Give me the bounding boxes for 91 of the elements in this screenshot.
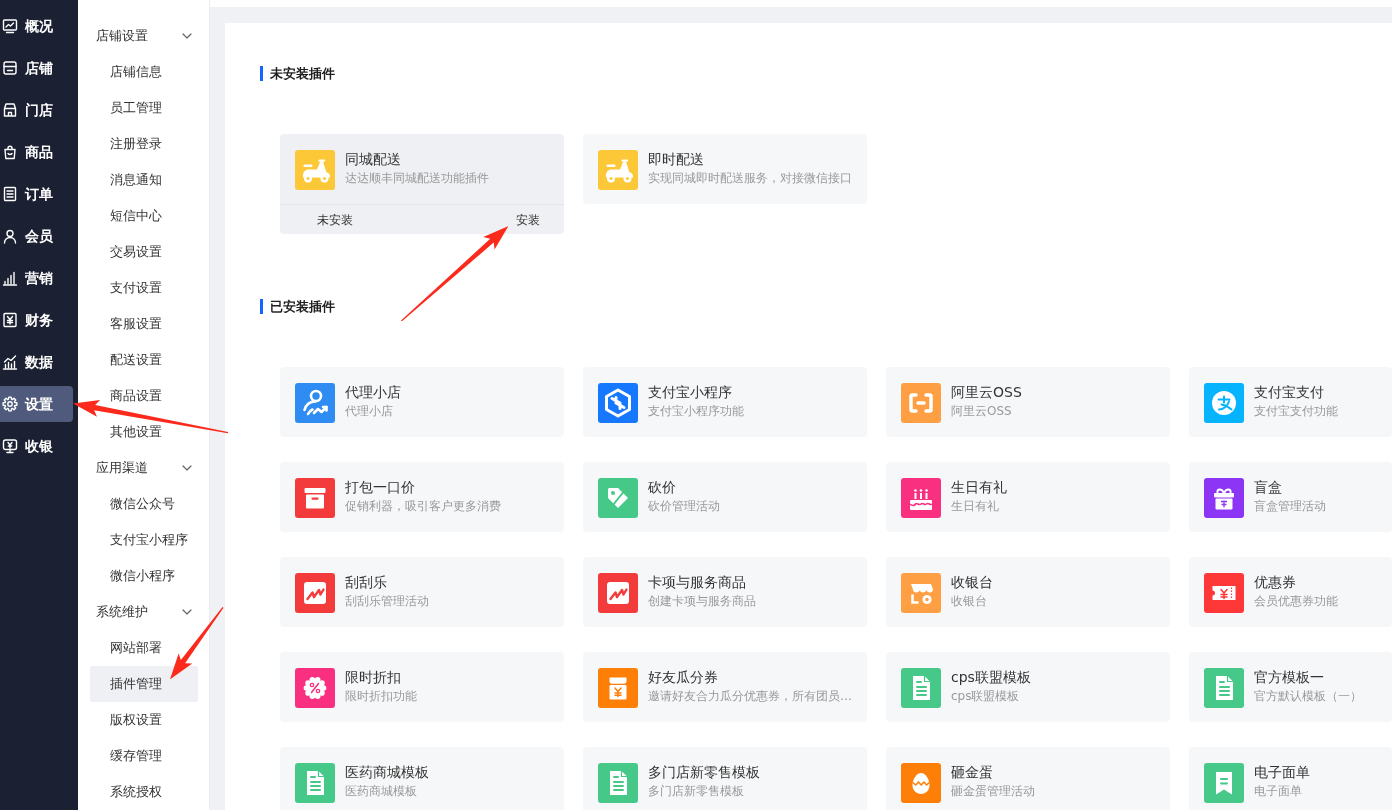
submenu-item[interactable]: 客服设置 (90, 306, 198, 342)
plugin-description: 收银台 (951, 593, 988, 609)
plugin-name: 卡项与服务商品 (648, 573, 747, 591)
submenu-item[interactable]: 消息通知 (90, 162, 198, 198)
plugin-name: 代理小店 (345, 383, 401, 401)
submenu-item[interactable]: 版权设置 (90, 702, 198, 738)
plugin-description: 官方默认模板（一） (1254, 688, 1362, 704)
plugin-name: 支付宝小程序 (648, 383, 733, 401)
plugin-description: 支付宝支付功能 (1254, 403, 1338, 419)
plugin-name: 电子面单 (1254, 763, 1310, 781)
submenu-item[interactable]: 注册登录 (90, 126, 198, 162)
monitor-chart-icon (2, 18, 18, 34)
chart-icon (2, 354, 18, 370)
nav-item[interactable]: 财务 (0, 302, 73, 338)
submenu-item[interactable]: 支付设置 (90, 270, 198, 306)
plugin-description: 代理小店 (345, 403, 394, 419)
plugin-description: 刮刮乐管理活动 (345, 593, 429, 609)
plugin-name: 即时配送 (648, 150, 705, 168)
nav-item[interactable]: 收银 (0, 428, 73, 464)
plugin-name: 支付宝支付 (1254, 383, 1325, 401)
plugin-description: 生日有礼 (951, 498, 1000, 514)
nav-item[interactable]: 设置 (0, 386, 73, 422)
nav-item[interactable]: 门店 (0, 92, 73, 128)
monitor-yen-icon (2, 438, 18, 454)
submenu-item[interactable]: 配送设置 (90, 342, 198, 378)
submenu-item[interactable]: 微信小程序 (90, 558, 198, 594)
plugin-description: 限时折扣功能 (345, 688, 417, 704)
plugin-description: 促销利器，吸引客户更多消费 (345, 498, 501, 514)
section-title: 未安装插件 (260, 66, 335, 81)
plugin-description: 实现同城即时配送服务，对接微信接口 (648, 170, 852, 186)
plugin-name: cps联盟模板 (951, 668, 1031, 686)
nav-item[interactable]: 商品 (0, 134, 73, 170)
install-status: 未安装 (317, 211, 353, 229)
plugin-description: 砍价管理活动 (648, 498, 720, 514)
plugin-name: 刮刮乐 (345, 573, 388, 591)
nav-item[interactable]: 概况 (0, 8, 73, 44)
store-icon (2, 60, 18, 76)
install-link[interactable]: 安装 (516, 210, 540, 229)
shop-icon (2, 102, 18, 118)
plugin-name: 阿里云OSS (951, 383, 1022, 401)
plugin-description: 医药商城模板 (345, 783, 418, 799)
submenu-item[interactable]: 缓存管理 (90, 738, 198, 774)
plugin-name: 同城配送 (345, 150, 402, 168)
plugin-name: 生日有礼 (951, 478, 1007, 496)
plugin-name: 医药商城模板 (345, 763, 429, 781)
submenu-item[interactable]: 插件管理 (90, 666, 198, 702)
plugin-description: 阿里云OSS (951, 403, 1013, 419)
plugin-name: 打包一口价 (345, 478, 416, 496)
section-title: 已安装插件 (260, 299, 335, 314)
plugin-name: 好友瓜分券 (648, 668, 719, 686)
menu-group-header[interactable]: 应用渠道 (78, 450, 209, 486)
plugin-description: 砸金蛋管理活动 (951, 783, 1035, 799)
plugin-name: 多门店新零售模板 (648, 763, 760, 781)
bag-icon (2, 144, 18, 160)
plugin-name: 盲盒 (1254, 478, 1283, 496)
submenu-item[interactable]: 网站部署 (90, 630, 198, 666)
plugin-name: 限时折扣 (345, 668, 402, 686)
submenu-item[interactable]: 商品设置 (90, 378, 198, 414)
menu-group-header[interactable]: 店铺设置 (78, 18, 209, 54)
plugin-description: 邀请好友合力瓜分优惠券，所有团员… (648, 688, 852, 704)
yen-document-icon (2, 312, 18, 328)
plugin-description: 电子面单 (1254, 783, 1303, 799)
bar-chart-icon (2, 270, 18, 286)
plugin-name: 优惠券 (1254, 573, 1297, 591)
plugin-description: 会员优惠券功能 (1254, 593, 1338, 609)
plugin-description: 达达顺丰同城配送功能插件 (345, 170, 489, 186)
plugin-description: 盲盒管理活动 (1254, 498, 1326, 514)
list-icon (2, 186, 18, 202)
nav-item[interactable]: 会员 (0, 218, 73, 254)
plugin-name: 砸金蛋 (951, 763, 994, 781)
submenu-item[interactable]: 店铺信息 (90, 54, 198, 90)
plugin-name: 收银台 (951, 573, 993, 591)
nav-item[interactable]: 店铺 (0, 50, 73, 86)
plugin-description: cps联盟模板 (951, 688, 1021, 704)
nav-item[interactable]: 营销 (0, 260, 73, 296)
submenu-item[interactable]: 系统授权 (90, 774, 198, 810)
plugin-description: 创建卡项与服务商品 (648, 593, 756, 609)
plugin-name: 官方模板一 (1254, 668, 1325, 686)
submenu-item[interactable]: 交易设置 (90, 234, 198, 270)
plugin-description: 支付宝小程序功能 (648, 403, 744, 419)
nav-item[interactable]: 订单 (0, 176, 73, 212)
settings-icon (2, 396, 18, 412)
plugin-name: 砍价 (648, 478, 677, 496)
submenu-item[interactable]: 其他设置 (90, 414, 198, 450)
nav-item[interactable]: 数据 (0, 344, 73, 380)
submenu-item[interactable]: 微信公众号 (90, 486, 198, 522)
submenu-item[interactable]: 员工管理 (90, 90, 198, 126)
plugin-description: 多门店新零售模板 (648, 783, 745, 799)
submenu-item[interactable]: 支付宝小程序 (90, 522, 198, 558)
submenu-item[interactable]: 短信中心 (90, 198, 198, 234)
user-icon (2, 228, 18, 244)
